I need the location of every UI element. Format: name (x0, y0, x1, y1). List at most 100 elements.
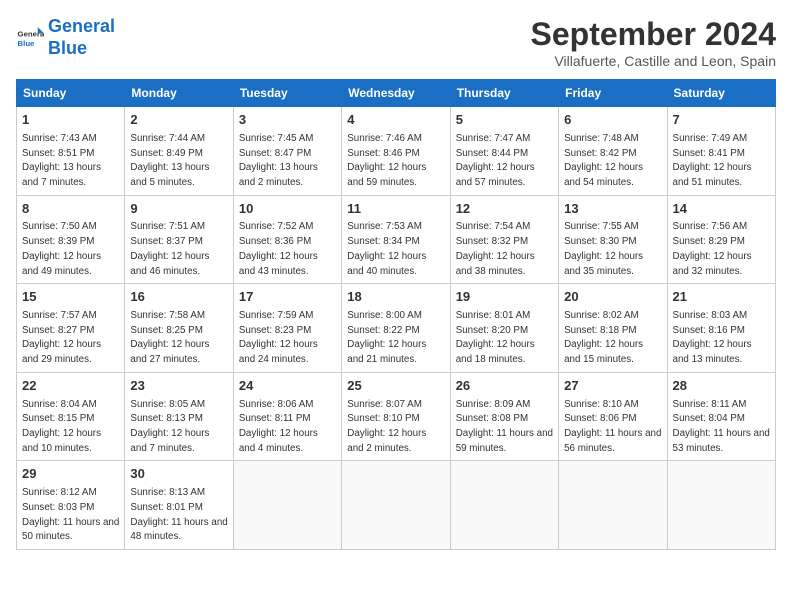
calendar-week-row: 15 Sunrise: 7:57 AMSunset: 8:27 PMDayligh… (17, 284, 776, 373)
day-number: 30 (130, 465, 227, 484)
logo: General Blue General Blue (16, 16, 115, 59)
day-number: 22 (22, 377, 119, 396)
calendar-day-cell: 1 Sunrise: 7:43 AMSunset: 8:51 PMDaylight… (17, 107, 125, 196)
day-info: Sunrise: 7:52 AMSunset: 8:36 PMDaylight:… (239, 220, 336, 279)
day-number: 24 (239, 377, 336, 396)
day-number: 19 (456, 288, 553, 307)
day-number: 25 (347, 377, 444, 396)
calendar-table: SundayMondayTuesdayWednesdayThursdayFrid… (16, 79, 776, 550)
day-info: Sunrise: 7:59 AMSunset: 8:23 PMDaylight:… (239, 309, 336, 368)
logo-icon: General Blue (16, 24, 44, 52)
day-info: Sunrise: 8:04 AMSunset: 8:15 PMDaylight:… (22, 398, 119, 457)
calendar-day-cell: 18 Sunrise: 8:00 AMSunset: 8:22 PMDayligh… (342, 284, 450, 373)
day-info: Sunrise: 7:49 AMSunset: 8:41 PMDaylight:… (673, 132, 770, 191)
calendar-week-row: 8Sunrise: 7:50 AMSunset: 8:39 PMDaylight… (17, 195, 776, 284)
calendar-day-cell: 15 Sunrise: 7:57 AMSunset: 8:27 PMDayligh… (17, 284, 125, 373)
calendar-day-cell: 25 Sunrise: 8:07 AMSunset: 8:10 PMDayligh… (342, 372, 450, 461)
day-number: 4 (347, 111, 444, 130)
day-info: Sunrise: 8:00 AMSunset: 8:22 PMDaylight:… (347, 309, 444, 368)
day-number: 5 (456, 111, 553, 130)
day-number: 16 (130, 288, 227, 307)
day-info: Sunrise: 7:44 AMSunset: 8:49 PMDaylight:… (130, 132, 227, 191)
calendar-day-cell: 8Sunrise: 7:50 AMSunset: 8:39 PMDaylight… (17, 195, 125, 284)
weekday-header: Wednesday (342, 80, 450, 107)
day-number: 21 (673, 288, 770, 307)
location: Villafuerte, Castille and Leon, Spain (531, 53, 776, 69)
day-number: 13 (564, 200, 661, 219)
calendar-day-cell: 2 Sunrise: 7:44 AMSunset: 8:49 PMDaylight… (125, 107, 233, 196)
calendar-day-cell: 9Sunrise: 7:51 AMSunset: 8:37 PMDaylight… (125, 195, 233, 284)
calendar-day-cell: 26 Sunrise: 8:09 AMSunset: 8:08 PMDayligh… (450, 372, 558, 461)
weekday-header: Monday (125, 80, 233, 107)
calendar-day-cell (450, 461, 558, 550)
logo-text: General Blue (48, 16, 115, 59)
calendar-day-cell: 3Sunrise: 7:45 AMSunset: 8:47 PMDaylight… (233, 107, 341, 196)
day-number: 27 (564, 377, 661, 396)
day-number: 3 (239, 111, 336, 130)
calendar-day-cell: 12Sunrise: 7:54 AMSunset: 8:32 PMDayligh… (450, 195, 558, 284)
day-info: Sunrise: 8:06 AMSunset: 8:11 PMDaylight:… (239, 398, 336, 457)
page-header: General Blue General Blue September 2024… (16, 16, 776, 69)
calendar-day-cell: 29Sunrise: 8:12 AMSunset: 8:03 PMDayligh… (17, 461, 125, 550)
day-number: 1 (22, 111, 119, 130)
title-block: September 2024 Villafuerte, Castille and… (531, 16, 776, 69)
day-number: 2 (130, 111, 227, 130)
day-info: Sunrise: 7:43 AMSunset: 8:51 PMDaylight:… (22, 132, 119, 191)
day-info: Sunrise: 7:50 AMSunset: 8:39 PMDaylight:… (22, 220, 119, 279)
calendar-day-cell: 5 Sunrise: 7:47 AMSunset: 8:44 PMDaylight… (450, 107, 558, 196)
day-info: Sunrise: 7:46 AMSunset: 8:46 PMDaylight:… (347, 132, 444, 191)
day-info: Sunrise: 8:10 AMSunset: 8:06 PMDaylight:… (564, 398, 661, 457)
svg-text:Blue: Blue (18, 38, 36, 47)
day-info: Sunrise: 7:47 AMSunset: 8:44 PMDaylight:… (456, 132, 553, 191)
calendar-day-cell: 4 Sunrise: 7:46 AMSunset: 8:46 PMDaylight… (342, 107, 450, 196)
day-number: 12 (456, 200, 553, 219)
logo-line2: Blue (48, 38, 87, 58)
calendar-day-cell: 16 Sunrise: 7:58 AMSunset: 8:25 PMDayligh… (125, 284, 233, 373)
calendar-day-cell: 30 Sunrise: 8:13 AMSunset: 8:01 PMDayligh… (125, 461, 233, 550)
day-info: Sunrise: 8:13 AMSunset: 8:01 PMDaylight:… (130, 486, 227, 545)
day-info: Sunrise: 7:53 AMSunset: 8:34 PMDaylight:… (347, 220, 444, 279)
day-info: Sunrise: 7:58 AMSunset: 8:25 PMDaylight:… (130, 309, 227, 368)
day-info: Sunrise: 8:07 AMSunset: 8:10 PMDaylight:… (347, 398, 444, 457)
calendar-day-cell: 24 Sunrise: 8:06 AMSunset: 8:11 PMDayligh… (233, 372, 341, 461)
day-info: Sunrise: 8:05 AMSunset: 8:13 PMDaylight:… (130, 398, 227, 457)
weekday-header: Saturday (667, 80, 775, 107)
day-number: 20 (564, 288, 661, 307)
day-number: 29 (22, 465, 119, 484)
calendar-day-cell: 13Sunrise: 7:55 AMSunset: 8:30 PMDayligh… (559, 195, 667, 284)
weekday-header: Friday (559, 80, 667, 107)
calendar-day-cell (233, 461, 341, 550)
day-info: Sunrise: 8:09 AMSunset: 8:08 PMDaylight:… (456, 398, 553, 457)
day-info: Sunrise: 8:02 AMSunset: 8:18 PMDaylight:… (564, 309, 661, 368)
day-number: 18 (347, 288, 444, 307)
calendar-header-row: SundayMondayTuesdayWednesdayThursdayFrid… (17, 80, 776, 107)
day-number: 26 (456, 377, 553, 396)
weekday-header: Thursday (450, 80, 558, 107)
calendar-day-cell: 17 Sunrise: 7:59 AMSunset: 8:23 PMDayligh… (233, 284, 341, 373)
weekday-header: Sunday (17, 80, 125, 107)
day-number: 7 (673, 111, 770, 130)
day-number: 23 (130, 377, 227, 396)
day-info: Sunrise: 7:55 AMSunset: 8:30 PMDaylight:… (564, 220, 661, 279)
calendar-week-row: 1 Sunrise: 7:43 AMSunset: 8:51 PMDaylight… (17, 107, 776, 196)
day-number: 15 (22, 288, 119, 307)
calendar-day-cell: 19Sunrise: 8:01 AMSunset: 8:20 PMDayligh… (450, 284, 558, 373)
day-info: Sunrise: 8:11 AMSunset: 8:04 PMDaylight:… (673, 398, 770, 457)
month-title: September 2024 (531, 16, 776, 53)
logo-line1: General (48, 16, 115, 36)
calendar-day-cell: 7 Sunrise: 7:49 AMSunset: 8:41 PMDaylight… (667, 107, 775, 196)
calendar-day-cell: 22 Sunrise: 8:04 AMSunset: 8:15 PMDayligh… (17, 372, 125, 461)
calendar-day-cell: 28Sunrise: 8:11 AMSunset: 8:04 PMDayligh… (667, 372, 775, 461)
day-info: Sunrise: 7:54 AMSunset: 8:32 PMDaylight:… (456, 220, 553, 279)
day-number: 14 (673, 200, 770, 219)
calendar-day-cell (667, 461, 775, 550)
calendar-day-cell: 10Sunrise: 7:52 AMSunset: 8:36 PMDayligh… (233, 195, 341, 284)
day-info: Sunrise: 7:57 AMSunset: 8:27 PMDaylight:… (22, 309, 119, 368)
day-info: Sunrise: 7:56 AMSunset: 8:29 PMDaylight:… (673, 220, 770, 279)
calendar-day-cell: 11Sunrise: 7:53 AMSunset: 8:34 PMDayligh… (342, 195, 450, 284)
calendar-day-cell (559, 461, 667, 550)
day-info: Sunrise: 7:48 AMSunset: 8:42 PMDaylight:… (564, 132, 661, 191)
calendar-day-cell: 23 Sunrise: 8:05 AMSunset: 8:13 PMDayligh… (125, 372, 233, 461)
day-number: 10 (239, 200, 336, 219)
day-number: 17 (239, 288, 336, 307)
